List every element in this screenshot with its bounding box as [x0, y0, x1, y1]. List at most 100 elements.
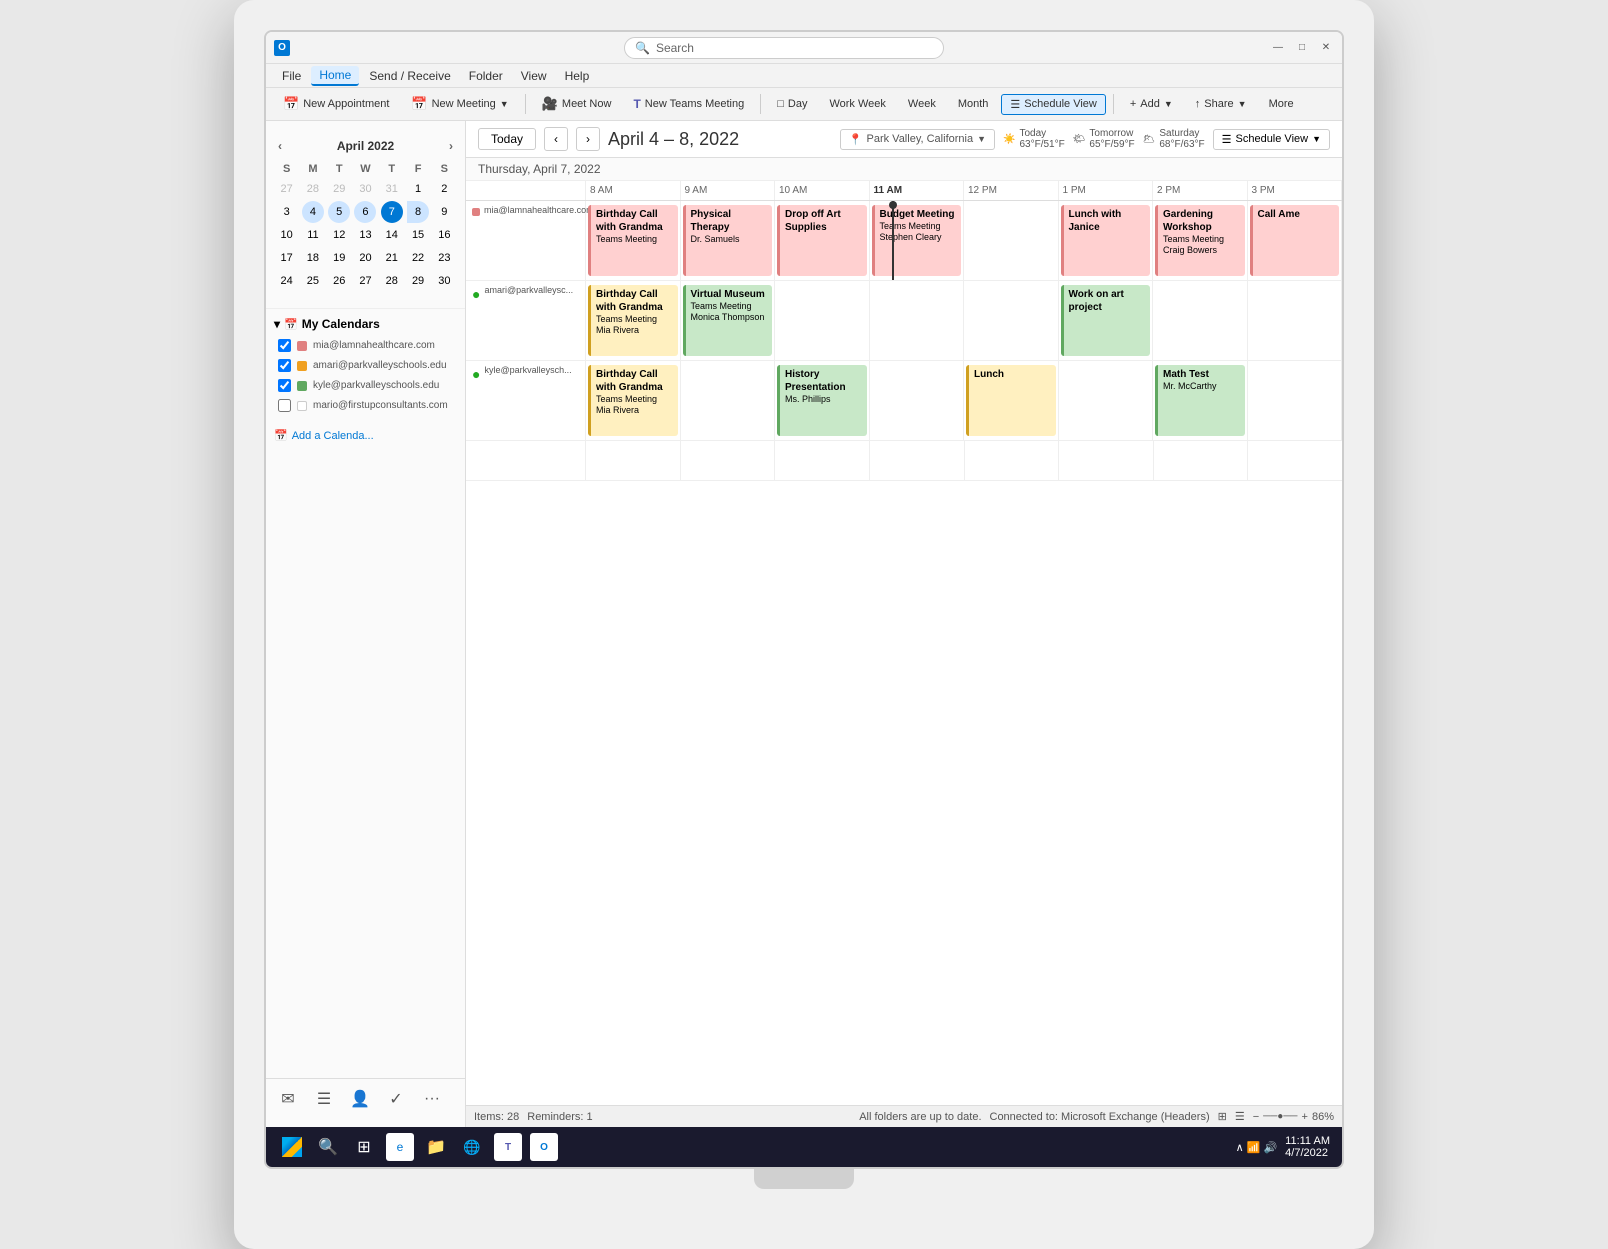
cal-day-21[interactable]: 21 — [381, 247, 403, 269]
more-options-button[interactable]: More — [1260, 94, 1303, 114]
cal-day-7[interactable]: 7 — [381, 201, 403, 223]
cal-day-6[interactable]: 6 — [354, 201, 376, 223]
cal-day-22[interactable]: 22 — [407, 247, 429, 269]
cal-day-28-prev[interactable]: 28 — [302, 178, 324, 200]
new-meeting-button[interactable]: 📅 New Meeting ▼ — [402, 92, 517, 116]
menu-help[interactable]: Help — [557, 67, 598, 85]
cal-day-3[interactable]: 3 — [276, 201, 298, 223]
menu-home[interactable]: Home — [311, 66, 359, 86]
cal-day-4[interactable]: 4 — [302, 201, 324, 223]
cal-day-27[interactable]: 27 — [354, 270, 376, 292]
month-button[interactable]: Month — [949, 94, 998, 114]
location-selector[interactable]: 📍 Park Valley, California ▼ — [840, 129, 995, 150]
windows-start-button[interactable] — [278, 1133, 306, 1161]
cal-mia-checkbox[interactable] — [278, 339, 291, 352]
kyle-history-event[interactable]: History Presentation Ms. Phillips — [777, 365, 867, 436]
mia-art-event[interactable]: Drop off Art Supplies — [777, 205, 867, 276]
mia-birthday-event[interactable]: Birthday Call with Grandma Teams Meeting — [588, 205, 678, 276]
task-view-button[interactable]: ⊞ — [350, 1133, 378, 1161]
cal-day-5[interactable]: 5 — [328, 201, 350, 223]
cal-day-30[interactable]: 30 — [433, 270, 455, 292]
cal-day-12[interactable]: 12 — [328, 224, 350, 246]
mini-cal-prev[interactable]: ‹ — [274, 137, 286, 155]
calendar-nav-icon[interactable]: ☰ — [310, 1085, 338, 1113]
calendar-amari[interactable]: amari@parkvalleyschools.edu — [274, 357, 457, 374]
outlook-taskbar-icon[interactable]: O — [530, 1133, 558, 1161]
day-view-button[interactable]: □ Day — [768, 94, 816, 114]
cal-amari-checkbox[interactable] — [278, 359, 291, 372]
cal-day-19[interactable]: 19 — [328, 247, 350, 269]
cal-day-24[interactable]: 24 — [276, 270, 298, 292]
cal-day-23[interactable]: 23 — [433, 247, 455, 269]
share-button[interactable]: ↑ Share ▼ — [1186, 94, 1256, 114]
cal-day-10[interactable]: 10 — [276, 224, 298, 246]
calendar-mario[interactable]: mario@firstupconsultants.com — [274, 397, 457, 414]
cal-day-31-prev[interactable]: 31 — [381, 178, 403, 200]
search-taskbar-button[interactable]: 🔍 — [314, 1133, 342, 1161]
cal-mario-checkbox[interactable] — [278, 399, 291, 412]
calendar-mia[interactable]: mia@lamnahealthcare.com — [274, 337, 457, 354]
mia-call-event[interactable]: Call Ame — [1250, 205, 1340, 276]
cal-day-18[interactable]: 18 — [302, 247, 324, 269]
file-explorer-icon[interactable]: 📁 — [422, 1133, 450, 1161]
prev-week-button[interactable]: ‹ — [544, 127, 568, 151]
more-nav-icon[interactable]: ··· — [418, 1085, 446, 1113]
week-button[interactable]: Week — [899, 94, 945, 114]
amari-art-event[interactable]: Work on art project — [1061, 285, 1151, 356]
mia-gardening-event[interactable]: Gardening Workshop Teams Meeting Craig B… — [1155, 205, 1245, 276]
mail-nav-icon[interactable]: ✉ — [274, 1085, 302, 1113]
close-button[interactable]: ✕ — [1318, 40, 1334, 56]
teams-taskbar-icon[interactable]: T — [494, 1133, 522, 1161]
cal-day-11[interactable]: 11 — [302, 224, 324, 246]
menu-folder[interactable]: Folder — [461, 67, 511, 85]
kyle-math-event[interactable]: Math Test Mr. McCarthy — [1155, 365, 1245, 436]
new-teams-meeting-button[interactable]: T New Teams Meeting — [624, 93, 753, 115]
kyle-birthday-event[interactable]: Birthday Call with Grandma Teams Meeting… — [588, 365, 678, 436]
add-button[interactable]: + Add ▼ — [1121, 94, 1182, 114]
cal-day-1[interactable]: 1 — [407, 178, 429, 200]
menu-send-receive[interactable]: Send / Receive — [361, 67, 458, 85]
cal-day-17[interactable]: 17 — [276, 247, 298, 269]
mia-physicaltherapy-event[interactable]: Physical Therapy Dr. Samuels — [683, 205, 773, 276]
menu-view[interactable]: View — [513, 67, 555, 85]
view-selector[interactable]: ☰ Schedule View ▼ — [1213, 129, 1330, 150]
schedule-view-button[interactable]: ☰ Schedule View — [1001, 94, 1105, 115]
cal-day-13[interactable]: 13 — [354, 224, 376, 246]
today-button[interactable]: Today — [478, 128, 536, 150]
add-calendar-button[interactable]: 📅 Add a Calenda... — [266, 425, 465, 446]
cal-day-8[interactable]: 8 — [407, 201, 429, 223]
search-box[interactable]: 🔍 Search — [624, 37, 944, 59]
mini-cal-next[interactable]: › — [445, 137, 457, 155]
amari-museum-event[interactable]: Virtual Museum Teams Meeting Monica Thom… — [683, 285, 773, 356]
cal-day-20[interactable]: 20 — [354, 247, 376, 269]
next-week-button[interactable]: › — [576, 127, 600, 151]
cal-day-9[interactable]: 9 — [433, 201, 455, 223]
zoom-slider[interactable]: ──●── — [1263, 1111, 1297, 1122]
mia-budget-event[interactable]: Budget Meeting Teams Meeting Stephen Cle… — [872, 205, 962, 276]
people-nav-icon[interactable]: 👤 — [346, 1085, 374, 1113]
meet-now-button[interactable]: 🎥 Meet Now — [533, 92, 621, 116]
chrome-icon[interactable]: 🌐 — [458, 1133, 486, 1161]
cal-day-14[interactable]: 14 — [381, 224, 403, 246]
minimize-button[interactable]: — — [1270, 40, 1286, 56]
new-appointment-button[interactable]: 📅 New Appointment — [274, 92, 398, 116]
menu-file[interactable]: File — [274, 67, 309, 85]
mia-lunch-event[interactable]: Lunch with Janice — [1061, 205, 1151, 276]
cal-day-28[interactable]: 28 — [381, 270, 403, 292]
amari-birthday-event[interactable]: Birthday Call with Grandma Teams Meeting… — [588, 285, 678, 356]
tasks-nav-icon[interactable]: ✓ — [382, 1085, 410, 1113]
cal-day-2[interactable]: 2 — [433, 178, 455, 200]
cal-day-25[interactable]: 25 — [302, 270, 324, 292]
calendar-kyle[interactable]: kyle@parkvalleyschools.edu — [274, 377, 457, 394]
my-calendars-header[interactable]: ▾ 📅 My Calendars — [274, 317, 457, 331]
cal-day-29[interactable]: 29 — [407, 270, 429, 292]
cal-day-16[interactable]: 16 — [433, 224, 455, 246]
work-week-button[interactable]: Work Week — [820, 94, 894, 114]
cal-day-26[interactable]: 26 — [328, 270, 350, 292]
cal-day-15[interactable]: 15 — [407, 224, 429, 246]
maximize-button[interactable]: □ — [1294, 40, 1310, 56]
kyle-lunch-event[interactable]: Lunch — [966, 365, 1056, 436]
cal-day-27-prev[interactable]: 27 — [276, 178, 298, 200]
cal-kyle-checkbox[interactable] — [278, 379, 291, 392]
zoom-out-icon[interactable]: − — [1253, 1111, 1259, 1123]
